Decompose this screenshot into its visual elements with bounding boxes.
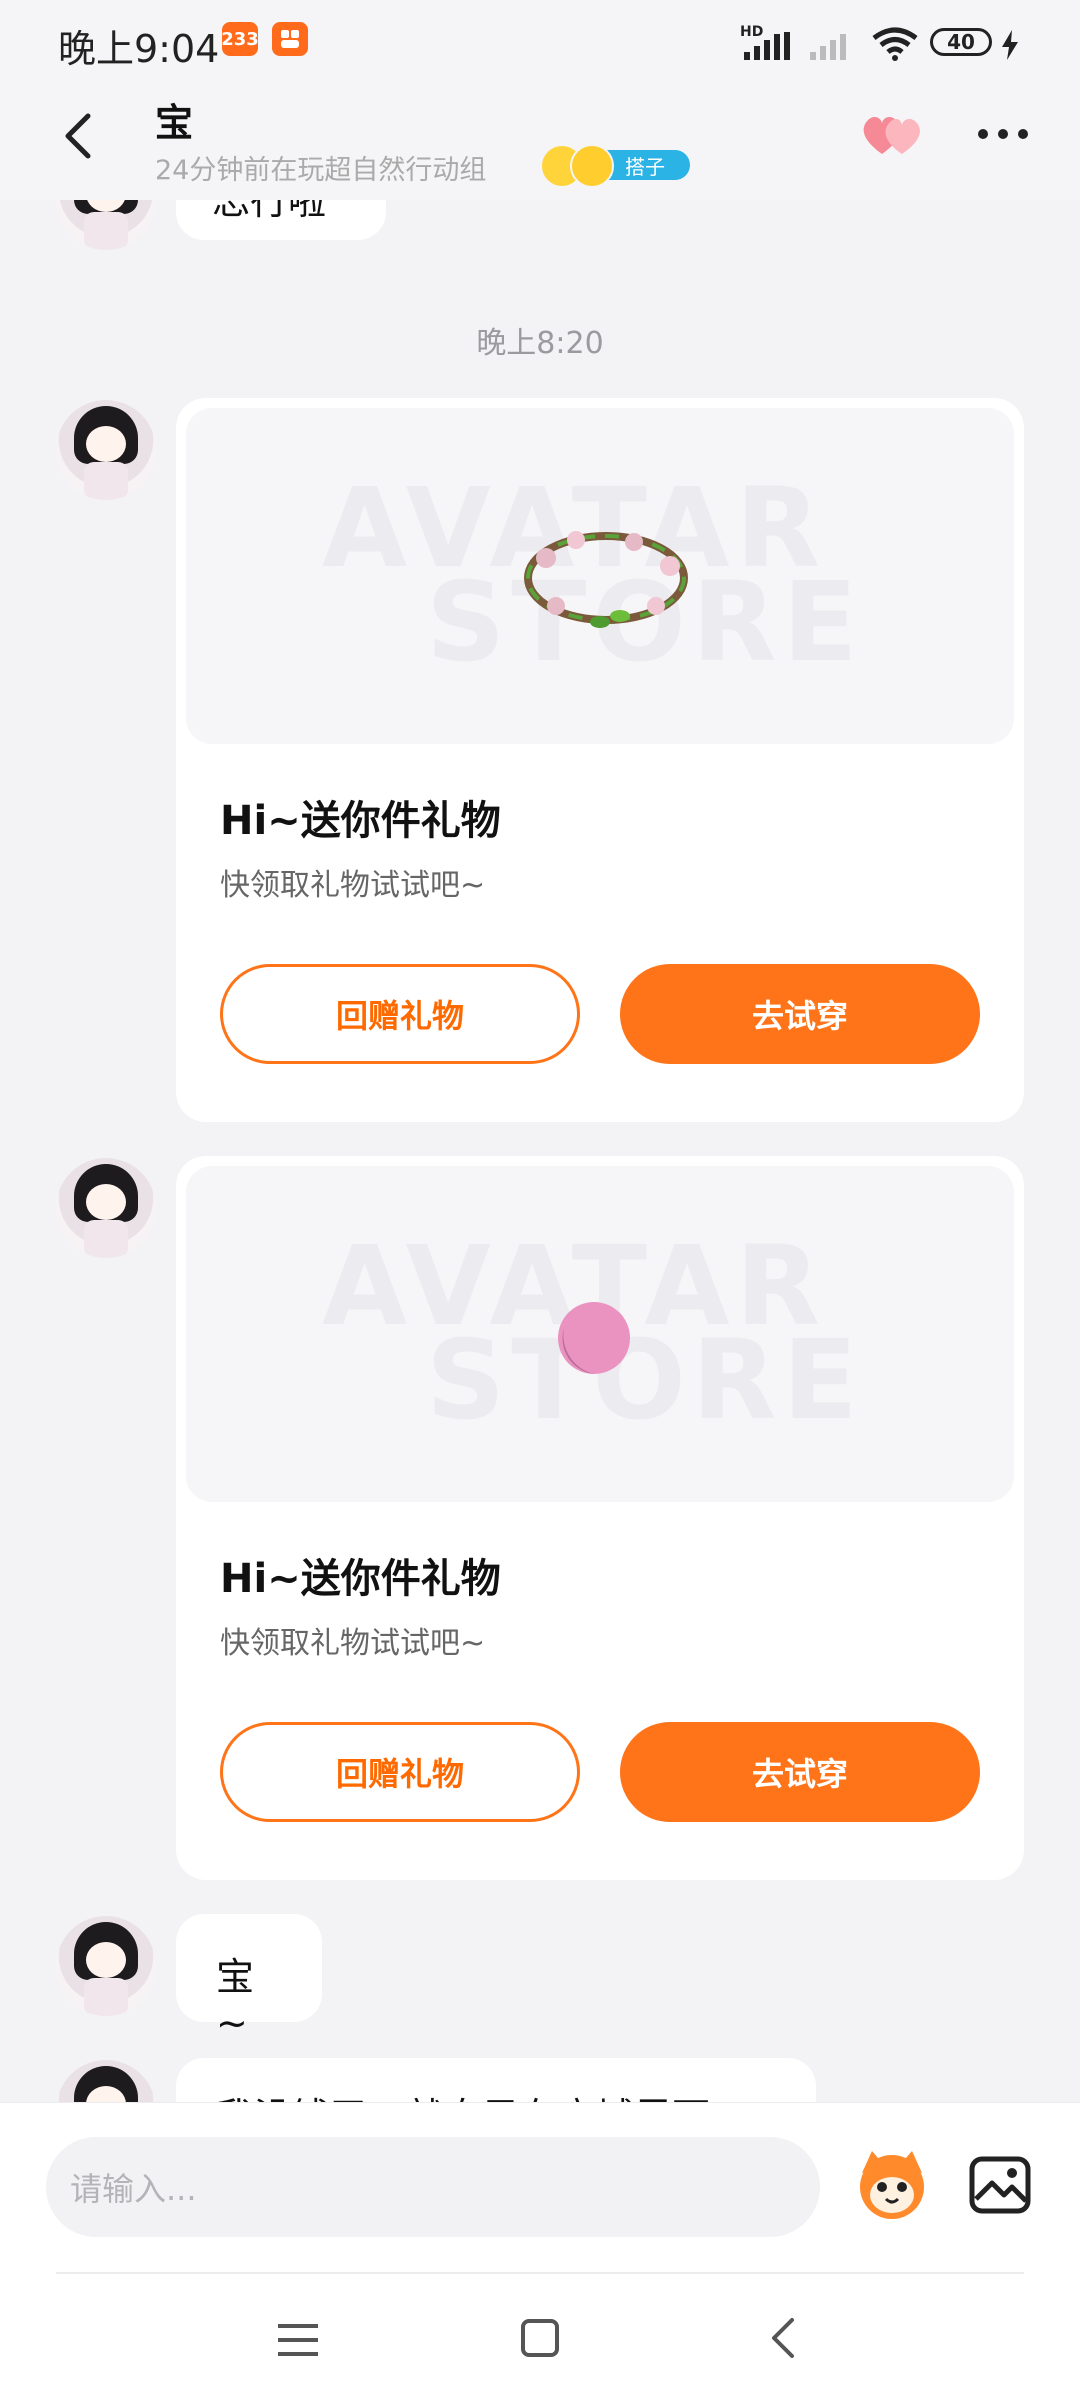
mascot-icon[interactable] xyxy=(852,2143,932,2223)
more-icon[interactable] xyxy=(975,124,1031,144)
gift-subtitle: 快领取礼物试试吧~ xyxy=(220,868,486,903)
system-nav-bar xyxy=(0,2272,1080,2400)
watermark-store: STORE xyxy=(426,1316,864,1444)
gift-image[interactable]: AVATAR STORE xyxy=(186,408,1014,744)
emoji-star-eyes-icon xyxy=(570,144,614,188)
battery-icon: 40 xyxy=(930,28,992,56)
back-arrow-icon[interactable] xyxy=(50,106,110,166)
avatar[interactable] xyxy=(56,1916,156,2016)
contact-status: 24分钟前在玩超自然行动组 xyxy=(155,155,487,186)
return-gift-button[interactable]: 回赠礼物 xyxy=(220,1722,580,1822)
gift-image[interactable]: AVATAR STORE xyxy=(186,1166,1014,1502)
signal-2-icon xyxy=(810,34,846,60)
flower-crown-icon xyxy=(524,531,688,628)
gift-subtitle: 快领取礼物试试吧~ xyxy=(220,1626,486,1661)
gift-title: Hi~送你件礼物 xyxy=(220,798,501,844)
chat-header: 宝 24分钟前在玩超自然行动组 搭子 xyxy=(0,84,1080,200)
hearts-icon[interactable] xyxy=(858,110,928,160)
try-on-button[interactable]: 去试穿 xyxy=(620,964,980,1064)
charging-icon xyxy=(1002,30,1018,60)
wifi-icon xyxy=(872,27,918,61)
status-icons: HD 40 xyxy=(680,0,1080,84)
app-notification-icon xyxy=(272,22,308,56)
try-on-button[interactable]: 去试穿 xyxy=(620,1722,980,1822)
status-time: 晚上9:04 xyxy=(58,27,220,71)
image-icon[interactable] xyxy=(968,2153,1032,2217)
message-bubble: 宝~ xyxy=(176,1914,322,2045)
pink-ball-icon xyxy=(558,1302,630,1374)
message-input[interactable]: 请输入... xyxy=(46,2137,820,2237)
input-bar: 请输入... xyxy=(0,2102,1080,2273)
signal-icon xyxy=(744,32,790,60)
buddy-tag[interactable]: 搭子 xyxy=(540,144,690,188)
status-bar: 晚上9:04 233 HD 40 xyxy=(0,0,1080,84)
return-gift-button[interactable]: 回赠礼物 xyxy=(220,964,580,1064)
contact-name: 宝 xyxy=(155,101,194,145)
gift-title: Hi~送你件礼物 xyxy=(220,1556,501,1602)
nav-back-icon[interactable] xyxy=(764,2316,804,2360)
avatar[interactable] xyxy=(56,1158,156,1258)
menu-icon[interactable] xyxy=(276,2320,320,2360)
app-badge: 233 xyxy=(221,22,259,56)
gift-card: AVATAR STORE Hi~送你件礼物 快领取礼物试试吧~ 回赠礼物 去试穿 xyxy=(176,398,1024,1122)
gift-card: AVATAR STORE Hi~送你件礼物 快领取礼物试试吧~ 回赠礼物 去试穿 xyxy=(176,1156,1024,1880)
message-timestamp: 晚上8:20 xyxy=(476,326,604,361)
home-icon[interactable] xyxy=(520,2318,560,2358)
avatar[interactable] xyxy=(56,400,156,500)
